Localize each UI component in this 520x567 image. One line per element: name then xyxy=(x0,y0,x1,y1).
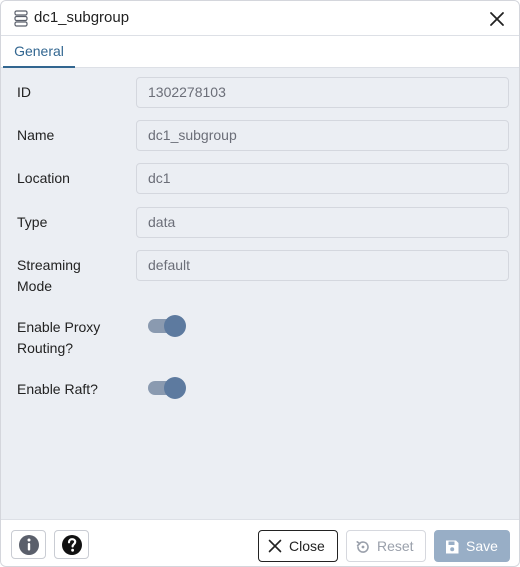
streaming-mode-label-line2: Mode xyxy=(17,278,53,294)
save-button-label: Save xyxy=(466,538,498,554)
name-field[interactable]: dc1_subgroup xyxy=(136,120,509,151)
tab-bar: General xyxy=(1,36,519,68)
save-icon xyxy=(446,540,459,554)
id-label: ID xyxy=(17,84,31,100)
raft-toggle[interactable] xyxy=(148,377,186,399)
raft-label: Enable Raft? xyxy=(17,381,98,397)
help-button[interactable] xyxy=(54,530,89,559)
close-icon[interactable] xyxy=(489,11,505,27)
info-button[interactable] xyxy=(11,530,46,559)
proxy-routing-toggle[interactable] xyxy=(148,315,186,337)
dialog-titlebar: dc1_subgroup xyxy=(1,1,519,36)
info-icon xyxy=(19,535,39,555)
type-label: Type xyxy=(17,214,48,230)
dialog-title: dc1_subgroup xyxy=(34,9,130,26)
dialog-footer: Close Reset Save xyxy=(1,519,519,566)
proxy-routing-label-line2: Routing? xyxy=(17,340,74,356)
close-button-label: Close xyxy=(289,538,325,554)
save-button[interactable]: Save xyxy=(434,530,510,562)
reset-icon xyxy=(356,541,369,553)
id-field[interactable]: 1302278103 xyxy=(136,77,509,108)
reset-button-label: Reset xyxy=(377,538,414,554)
streaming-mode-label-line1: Streaming xyxy=(17,257,81,273)
location-label: Location xyxy=(17,170,70,186)
properties-dialog: dc1_subgroup General ID 1302278103 Name … xyxy=(0,0,520,567)
location-field[interactable]: dc1 xyxy=(136,163,509,194)
tab-general[interactable]: General xyxy=(3,36,75,68)
close-button[interactable]: Close xyxy=(258,530,338,562)
type-field[interactable]: data xyxy=(136,207,509,238)
toggle-knob xyxy=(164,315,186,337)
name-label: Name xyxy=(17,127,55,143)
proxy-routing-label-line1: Enable Proxy xyxy=(17,319,101,335)
close-icon xyxy=(268,539,282,553)
help-icon xyxy=(62,535,82,555)
server-group-icon xyxy=(14,10,28,27)
streaming-mode-field[interactable]: default xyxy=(136,250,509,281)
reset-button[interactable]: Reset xyxy=(346,530,426,562)
toggle-knob xyxy=(164,377,186,399)
